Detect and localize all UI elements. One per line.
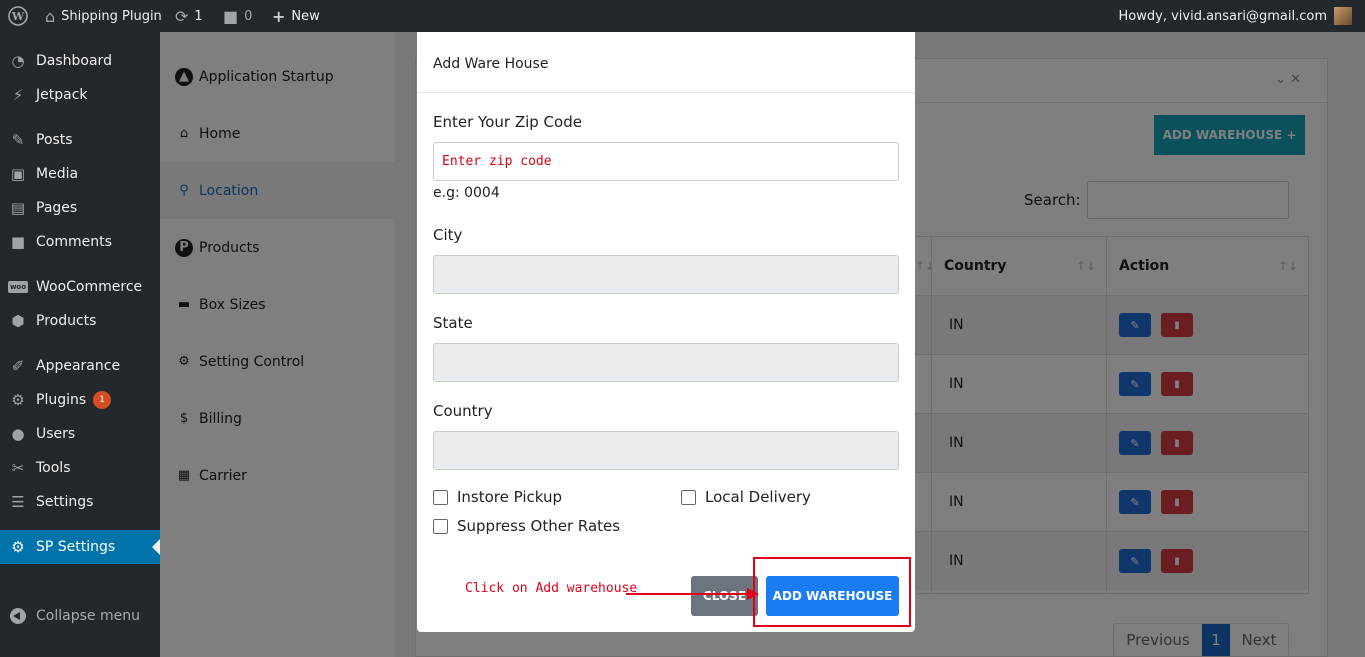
menu-item-media[interactable]: ▣ Media [0, 157, 160, 191]
update-badge: 1 [93, 391, 112, 409]
menu-label: Posts [36, 132, 73, 148]
new-label: New [291, 8, 320, 24]
state-label: State [433, 314, 473, 332]
user-icon: ● [11, 425, 25, 443]
admin-bar: W ⌂ Shipping Plugin ⟳ 1 ■ 0 + New Howdy,… [0, 0, 1365, 32]
pages-icon: ▤ [10, 199, 26, 217]
add-warehouse-modal: Add Ware House Enter Your Zip Code Enter… [417, 32, 915, 632]
menu-label: Media [36, 166, 79, 182]
menu-item-plugins[interactable]: ⚙ Plugins 1 [0, 383, 160, 417]
menu-label: SP Settings [36, 539, 116, 555]
menu-item-users[interactable]: ● Users [0, 417, 160, 451]
dashboard-icon: ◔ [11, 52, 25, 70]
menu-item-appearance[interactable]: ✐ Appearance [0, 349, 160, 383]
home-icon: ⌂ [45, 6, 56, 26]
updates-count: 1 [194, 8, 203, 24]
menu-item-tools[interactable]: ✂ Tools [0, 451, 160, 485]
menu-label: Pages [36, 200, 78, 216]
box-icon: ⬢ [11, 312, 25, 330]
collapse-icon [10, 608, 26, 624]
modal-title: Add Ware House [433, 56, 549, 72]
local-delivery-checkbox[interactable]: Local Delivery [681, 488, 811, 506]
menu-label: Comments [36, 234, 112, 250]
menu-item-settings[interactable]: ☰ Settings [0, 485, 160, 519]
updates-link[interactable]: ⟳ 1 [175, 0, 203, 32]
svg-text:W: W [11, 10, 25, 23]
city-input[interactable] [433, 255, 899, 294]
menu-label: Products [36, 313, 97, 329]
collapse-menu-button[interactable]: Collapse menu [0, 597, 160, 635]
plug-icon: ⚙ [11, 391, 25, 409]
state-input[interactable] [433, 343, 899, 382]
zip-hint: e.g: 0004 [433, 185, 500, 201]
menu-label: Users [36, 426, 76, 442]
menu-item-jetpack[interactable]: ⚡ Jetpack [0, 78, 160, 112]
checkbox-label: Local Delivery [705, 488, 811, 506]
instore-pickup-checkbox[interactable]: Instore Pickup [433, 488, 562, 506]
sliders-icon: ☰ [11, 493, 25, 511]
howdy-text: Howdy, vivid.ansari@gmail.com [1118, 8, 1327, 24]
annotation-text: Click on Add warehouse [465, 581, 638, 596]
checkbox-label: Instore Pickup [457, 488, 563, 506]
suppress-other-rates-checkbox[interactable]: Suppress Other Rates [433, 517, 620, 535]
menu-label: Jetpack [36, 87, 88, 103]
menu-item-pages[interactable]: ▤ Pages [0, 191, 160, 225]
zip-code-input[interactable]: Enter zip code [433, 142, 899, 181]
menu-item-products[interactable]: ⬢ Products [0, 304, 160, 338]
annotation-arrow [626, 593, 754, 595]
menu-item-woocommerce[interactable]: woo WooCommerce [0, 270, 160, 304]
site-name: Shipping Plugin [61, 8, 162, 24]
pin-icon: ✎ [11, 131, 25, 149]
zip-label: Enter Your Zip Code [433, 113, 582, 131]
jetpack-icon: ⚡ [12, 86, 24, 104]
plus-icon: + [272, 6, 286, 26]
comments-count: 0 [244, 8, 253, 24]
checkbox-box[interactable] [433, 518, 448, 534]
comments-link[interactable]: ■ 0 [223, 0, 252, 32]
menu-label: Appearance [36, 358, 121, 374]
woocommerce-icon: woo [7, 281, 29, 293]
modal-divider [417, 92, 915, 93]
menu-label: Settings [36, 494, 94, 510]
brush-icon: ✐ [11, 357, 25, 375]
site-name-link[interactable]: ⌂ Shipping Plugin [45, 0, 162, 32]
menu-item-dashboard[interactable]: ◔ Dashboard [0, 44, 160, 78]
refresh-icon: ⟳ [175, 6, 189, 26]
menu-item-comments[interactable]: ■ Comments [0, 225, 160, 259]
comment-icon: ■ [10, 233, 26, 251]
annotation-highlight-box [753, 557, 911, 627]
checkbox-box[interactable] [681, 489, 696, 505]
menu-item-posts[interactable]: ✎ Posts [0, 123, 160, 157]
menu-label: WooCommerce [36, 279, 143, 295]
menu-item-sp-settings[interactable]: ⚙ SP Settings [0, 530, 160, 564]
wrench-icon: ✂ [11, 459, 25, 477]
account-link[interactable]: Howdy, vivid.ansari@gmail.com [1119, 0, 1327, 32]
gear-icon: ⚙ [11, 538, 25, 556]
country-label: Country [433, 402, 493, 420]
new-content-link[interactable]: + New [272, 0, 320, 32]
menu-label: Dashboard [36, 53, 112, 69]
zip-placeholder: Enter zip code [442, 154, 552, 169]
country-input[interactable] [433, 431, 899, 470]
menu-label: Plugins [36, 392, 87, 408]
collapse-label: Collapse menu [36, 608, 140, 624]
avatar[interactable] [1334, 7, 1352, 25]
city-label: City [433, 226, 463, 244]
menu-label: Tools [36, 460, 71, 476]
checkbox-box[interactable] [433, 489, 448, 505]
admin-menu: ◔ Dashboard ⚡ Jetpack ✎ Posts ▣ Media ▤ Pages… [0, 32, 160, 657]
media-icon: ▣ [10, 165, 26, 183]
wordpress-logo-icon[interactable]: W [8, 0, 28, 32]
comment-icon: ■ [223, 6, 239, 26]
checkbox-label: Suppress Other Rates [457, 517, 621, 535]
